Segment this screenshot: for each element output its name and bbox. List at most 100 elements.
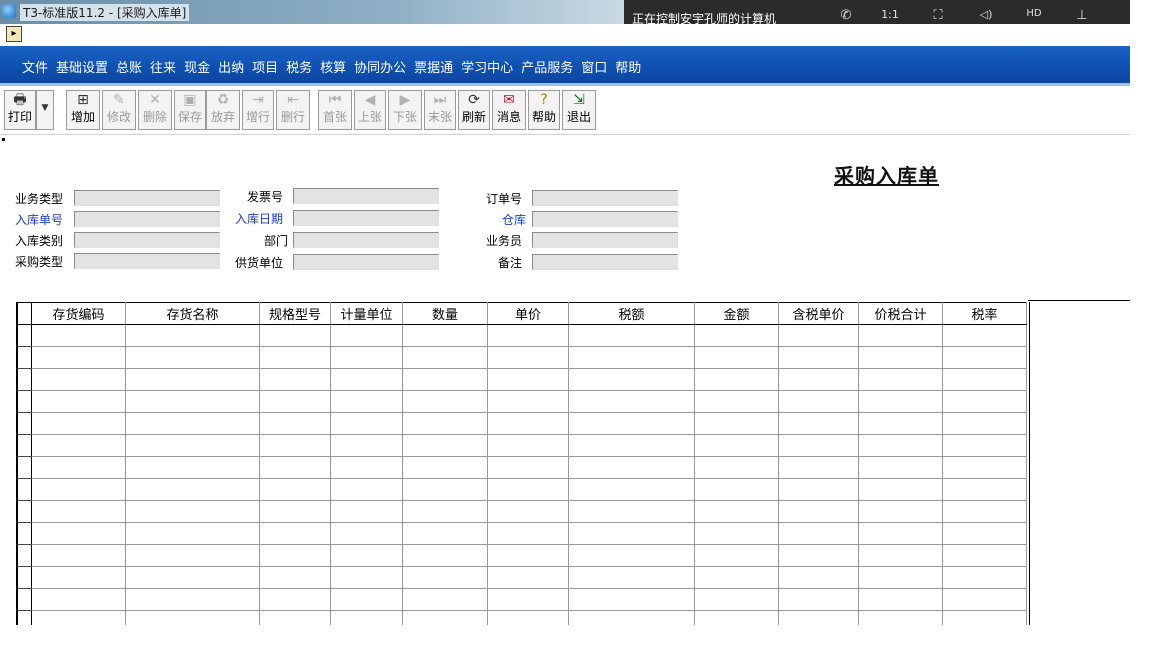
table-cell[interactable] — [858, 434, 943, 457]
row-selector[interactable] — [17, 566, 32, 589]
abandon-button[interactable]: ♻ 放弃 — [206, 90, 240, 130]
table-cell[interactable] — [487, 588, 569, 611]
row-selector[interactable] — [17, 588, 32, 611]
table-cell[interactable] — [778, 478, 859, 501]
last-button[interactable]: ⏭ 末张 — [424, 90, 456, 130]
table-cell[interactable] — [330, 434, 403, 457]
row-selector[interactable] — [17, 346, 32, 369]
table-cell[interactable] — [694, 500, 779, 523]
menu-general-ledger[interactable]: 总账 — [116, 57, 142, 76]
table-cell[interactable] — [259, 566, 331, 589]
exit-button[interactable]: ⇲ 退出 — [562, 90, 596, 130]
table-cell[interactable] — [694, 324, 779, 347]
table-cell[interactable] — [487, 500, 569, 523]
column-header[interactable]: 计量单位 — [330, 302, 403, 325]
table-cell[interactable] — [125, 434, 260, 457]
table-cell[interactable] — [259, 324, 331, 347]
table-cell[interactable] — [259, 346, 331, 369]
add-button[interactable]: ⊞ 增加 — [66, 90, 100, 130]
table-cell[interactable] — [402, 500, 488, 523]
table-cell[interactable] — [31, 390, 126, 413]
column-header[interactable]: 含税单价 — [778, 302, 859, 325]
row-selector[interactable] — [17, 456, 32, 479]
table-row[interactable] — [17, 390, 1027, 413]
table-cell[interactable] — [858, 368, 943, 391]
table-cell[interactable] — [487, 324, 569, 347]
next-button[interactable]: ▶ 下张 — [388, 90, 422, 130]
delete-button[interactable]: ✕ 删除 — [138, 90, 172, 130]
table-cell[interactable] — [125, 500, 260, 523]
table-cell[interactable] — [778, 588, 859, 611]
table-cell[interactable] — [330, 368, 403, 391]
table-cell[interactable] — [259, 434, 331, 457]
table-row[interactable] — [17, 544, 1027, 567]
print-dropdown-button[interactable]: ▼ — [36, 90, 54, 130]
table-cell[interactable] — [778, 368, 859, 391]
menu-project[interactable]: 项目 — [252, 57, 278, 76]
row-selector[interactable] — [17, 522, 32, 545]
column-header[interactable]: 价税合计 — [858, 302, 943, 325]
table-cell[interactable] — [31, 346, 126, 369]
table-cell[interactable] — [568, 346, 695, 369]
help-button[interactable]: ? 帮助 — [528, 90, 560, 130]
table-cell[interactable] — [31, 588, 126, 611]
menu-accounts[interactable]: 往来 — [150, 57, 176, 76]
table-cell[interactable] — [942, 368, 1027, 391]
column-header[interactable]: 单价 — [487, 302, 569, 325]
table-cell[interactable] — [402, 412, 488, 435]
table-cell[interactable] — [858, 522, 943, 545]
table-cell[interactable] — [125, 324, 260, 347]
message-button[interactable]: ✉ 消息 — [492, 90, 526, 130]
pin-icon[interactable]: ⊥ — [1072, 8, 1092, 23]
table-cell[interactable] — [330, 324, 403, 347]
menu-cashier[interactable]: 出纳 — [218, 57, 244, 76]
print-button[interactable]: 🖶 打印 — [4, 90, 36, 130]
table-cell[interactable] — [942, 456, 1027, 479]
table-cell[interactable] — [31, 522, 126, 545]
table-cell[interactable] — [125, 346, 260, 369]
salesperson-field[interactable] — [532, 232, 678, 248]
table-cell[interactable] — [568, 456, 695, 479]
menu-accounting[interactable]: 核算 — [320, 57, 346, 76]
table-cell[interactable] — [858, 566, 943, 589]
menu-window[interactable]: 窗口 — [581, 57, 607, 76]
table-cell[interactable] — [942, 434, 1027, 457]
table-cell[interactable] — [125, 544, 260, 567]
table-cell[interactable] — [259, 588, 331, 611]
table-cell[interactable] — [259, 412, 331, 435]
table-row[interactable] — [17, 588, 1027, 611]
column-header[interactable]: 税额 — [568, 302, 695, 325]
table-cell[interactable] — [402, 478, 488, 501]
table-cell[interactable] — [778, 346, 859, 369]
table-cell[interactable] — [31, 500, 126, 523]
first-button[interactable]: ⏮ 首张 — [318, 90, 352, 130]
fullscreen-icon[interactable]: ⛶ — [928, 8, 948, 23]
receipt-no-field[interactable] — [74, 211, 220, 227]
table-cell[interactable] — [125, 456, 260, 479]
table-cell[interactable] — [694, 390, 779, 413]
table-cell[interactable] — [568, 566, 695, 589]
edit-button[interactable]: ✎ 修改 — [102, 90, 136, 130]
table-cell[interactable] — [942, 412, 1027, 435]
row-selector[interactable] — [17, 478, 32, 501]
table-cell[interactable] — [568, 500, 695, 523]
delete-row-button[interactable]: ⇤ 删行 — [276, 90, 310, 130]
table-cell[interactable] — [402, 368, 488, 391]
menu-file[interactable]: 文件 — [22, 57, 48, 76]
table-cell[interactable] — [568, 434, 695, 457]
table-cell[interactable] — [31, 412, 126, 435]
table-cell[interactable] — [694, 478, 779, 501]
table-cell[interactable] — [31, 566, 126, 589]
table-cell[interactable] — [942, 566, 1027, 589]
table-cell[interactable] — [778, 544, 859, 567]
table-cell[interactable] — [125, 522, 260, 545]
prev-button[interactable]: ◀ 上张 — [354, 90, 386, 130]
table-cell[interactable] — [487, 566, 569, 589]
table-row[interactable] — [17, 478, 1027, 501]
table-cell[interactable] — [125, 412, 260, 435]
table-cell[interactable] — [942, 324, 1027, 347]
table-cell[interactable] — [487, 522, 569, 545]
table-cell[interactable] — [330, 456, 403, 479]
invoice-no-field[interactable] — [293, 188, 439, 204]
table-cell[interactable] — [694, 368, 779, 391]
